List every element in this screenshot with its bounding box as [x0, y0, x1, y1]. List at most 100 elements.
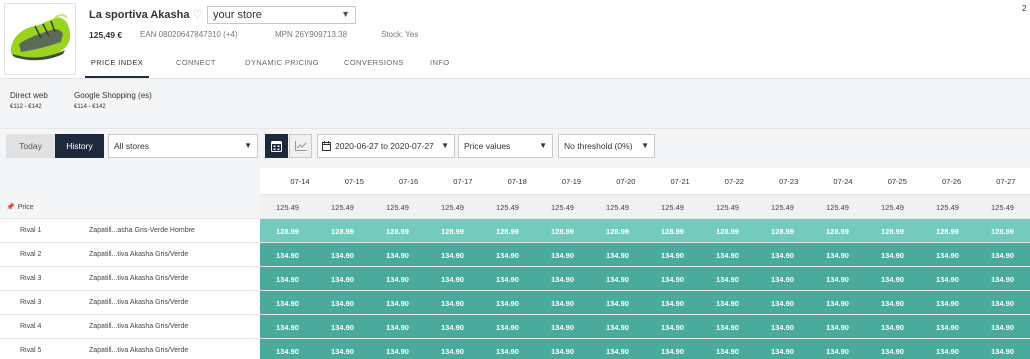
- tab-dynamic-pricing[interactable]: DYNAMIC PRICING: [245, 50, 319, 78]
- rival-price-cell[interactable]: 128.99: [645, 219, 700, 242]
- rival-price-cell[interactable]: 134.90: [920, 291, 975, 314]
- rival-row[interactable]: Rival 2 Zapatill...tiva Akasha Gris/Verde…: [0, 243, 1030, 267]
- channel-google-shopping[interactable]: Google Shopping (es) €114 - €142: [74, 79, 152, 119]
- rival-price-cell[interactable]: 134.90: [480, 291, 535, 314]
- rival-price-cell[interactable]: 134.90: [370, 339, 425, 359]
- rival-price-cell[interactable]: 134.90: [425, 243, 480, 266]
- rival-price-cell[interactable]: 134.90: [590, 243, 645, 266]
- rival-price-cell[interactable]: 134.90: [645, 315, 700, 338]
- rival-price-cell[interactable]: 134.90: [590, 291, 645, 314]
- chart-view-button[interactable]: [289, 134, 312, 158]
- rival-price-cell[interactable]: 128.99: [425, 219, 480, 242]
- rival-price-cell[interactable]: 134.90: [755, 243, 810, 266]
- rival-price-cell[interactable]: 134.90: [700, 291, 755, 314]
- rival-price-cell[interactable]: 128.99: [370, 219, 425, 242]
- rival-price-cell[interactable]: 134.90: [975, 243, 1030, 266]
- rival-price-cell[interactable]: 134.90: [755, 315, 810, 338]
- rival-price-cell[interactable]: 128.99: [700, 219, 755, 242]
- rival-price-cell[interactable]: 134.90: [810, 267, 865, 290]
- rival-price-cell[interactable]: 134.90: [975, 339, 1030, 359]
- rival-price-cell[interactable]: 128.99: [810, 219, 865, 242]
- rival-price-cell[interactable]: 134.90: [700, 243, 755, 266]
- rival-price-cell[interactable]: 134.90: [535, 291, 590, 314]
- rival-price-cell[interactable]: 134.90: [535, 243, 590, 266]
- rival-price-cell[interactable]: 128.99: [975, 219, 1030, 242]
- tab-connect[interactable]: CONNECT: [176, 50, 216, 78]
- rival-price-cell[interactable]: 134.90: [480, 339, 535, 359]
- table-view-button[interactable]: [265, 134, 288, 158]
- channel-direct-web[interactable]: Direct web €112 - €142: [10, 79, 48, 119]
- rival-price-cell[interactable]: 134.90: [480, 267, 535, 290]
- history-button[interactable]: History: [55, 134, 104, 158]
- rival-price-cell[interactable]: 134.90: [700, 339, 755, 359]
- rival-price-cell[interactable]: 128.99: [480, 219, 535, 242]
- rival-price-cell[interactable]: 134.90: [425, 291, 480, 314]
- rival-price-cell[interactable]: 128.99: [590, 219, 645, 242]
- rival-price-cell[interactable]: 134.90: [260, 339, 315, 359]
- rival-price-cell[interactable]: 134.90: [865, 267, 920, 290]
- pin-icon[interactable]: 📌: [6, 203, 15, 211]
- rival-price-cell[interactable]: 134.90: [645, 267, 700, 290]
- rival-price-cell[interactable]: 134.90: [425, 339, 480, 359]
- tab-info[interactable]: INFO: [430, 50, 450, 78]
- rival-price-cell[interactable]: 134.90: [480, 243, 535, 266]
- rival-price-cell[interactable]: 134.90: [315, 267, 370, 290]
- rival-price-cell[interactable]: 134.90: [425, 267, 480, 290]
- rival-price-cell[interactable]: 134.90: [975, 291, 1030, 314]
- rival-price-cell[interactable]: 128.99: [755, 219, 810, 242]
- rival-price-cell[interactable]: 134.90: [260, 315, 315, 338]
- rival-price-cell[interactable]: 134.90: [370, 291, 425, 314]
- store-select[interactable]: your store ▼: [207, 6, 356, 24]
- rival-price-cell[interactable]: 134.90: [260, 291, 315, 314]
- rival-price-cell[interactable]: 134.90: [645, 339, 700, 359]
- date-range-select[interactable]: 2020-06-27 to 2020-07-27 ▼: [317, 134, 455, 158]
- rival-price-cell[interactable]: 134.90: [920, 243, 975, 266]
- rival-price-cell[interactable]: 134.90: [975, 267, 1030, 290]
- rival-price-cell[interactable]: 134.90: [315, 291, 370, 314]
- rival-row[interactable]: Rival 1 Zapatill...asha Gris-Verde Hombre…: [0, 219, 1030, 243]
- rival-price-cell[interactable]: 134.90: [920, 339, 975, 359]
- rival-row[interactable]: Rival 5 Zapatill...tiva Akasha Gris/Verde…: [0, 339, 1030, 359]
- rival-price-cell[interactable]: 134.90: [755, 267, 810, 290]
- rival-row[interactable]: Rival 4 Zapatill...tiva Akasha Gris/Verde…: [0, 315, 1030, 339]
- rival-price-cell[interactable]: 134.90: [425, 315, 480, 338]
- rival-price-cell[interactable]: 134.90: [920, 315, 975, 338]
- favorite-heart-icon[interactable]: ♡: [192, 9, 202, 21]
- rival-price-cell[interactable]: 134.90: [975, 315, 1030, 338]
- rival-price-cell[interactable]: 134.90: [315, 243, 370, 266]
- rival-price-cell[interactable]: 134.90: [535, 339, 590, 359]
- rival-price-cell[interactable]: 128.99: [315, 219, 370, 242]
- rival-price-cell[interactable]: 134.90: [260, 243, 315, 266]
- rival-row[interactable]: Rival 3 Zapatill...tiva Akasha Gris/Verde…: [0, 291, 1030, 315]
- rival-row[interactable]: Rival 3 Zapatill...tiva Akasha Gris/Verde…: [0, 267, 1030, 291]
- rival-price-cell[interactable]: 134.90: [920, 267, 975, 290]
- rival-price-cell[interactable]: 134.90: [700, 267, 755, 290]
- today-button[interactable]: Today: [6, 134, 55, 158]
- rival-price-cell[interactable]: 134.90: [645, 243, 700, 266]
- values-select[interactable]: Price values ▼: [458, 134, 553, 158]
- rival-price-cell[interactable]: 134.90: [865, 315, 920, 338]
- rival-price-cell[interactable]: 134.90: [645, 291, 700, 314]
- rival-price-cell[interactable]: 128.99: [865, 219, 920, 242]
- rival-price-cell[interactable]: 134.90: [810, 291, 865, 314]
- rival-price-cell[interactable]: 134.90: [755, 339, 810, 359]
- rival-price-cell[interactable]: 134.90: [260, 267, 315, 290]
- rival-price-cell[interactable]: 134.90: [480, 315, 535, 338]
- rival-price-cell[interactable]: 134.90: [755, 291, 810, 314]
- rival-price-cell[interactable]: 134.90: [810, 339, 865, 359]
- rival-price-cell[interactable]: 134.90: [865, 243, 920, 266]
- rival-price-cell[interactable]: 128.99: [535, 219, 590, 242]
- rival-price-cell[interactable]: 134.90: [865, 339, 920, 359]
- rival-price-cell[interactable]: 134.90: [315, 339, 370, 359]
- rival-price-cell[interactable]: 128.99: [260, 219, 315, 242]
- rival-price-cell[interactable]: 134.90: [810, 315, 865, 338]
- rival-price-cell[interactable]: 134.90: [370, 267, 425, 290]
- stores-select[interactable]: All stores ▼: [108, 134, 258, 158]
- rival-price-cell[interactable]: 134.90: [700, 315, 755, 338]
- rival-price-cell[interactable]: 134.90: [370, 315, 425, 338]
- rival-price-cell[interactable]: 134.90: [810, 243, 865, 266]
- tab-conversions[interactable]: CONVERSIONS: [344, 50, 404, 78]
- rival-price-cell[interactable]: 134.90: [590, 267, 645, 290]
- rival-price-cell[interactable]: 134.90: [315, 315, 370, 338]
- rival-price-cell[interactable]: 134.90: [535, 315, 590, 338]
